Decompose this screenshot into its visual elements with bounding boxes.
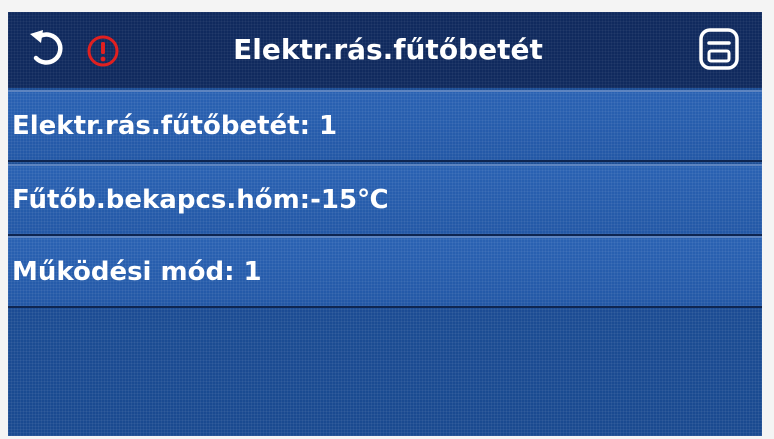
back-arrow-icon[interactable] [26,26,70,70]
alarm-icon[interactable] [86,34,120,68]
setting-row-electric-heater[interactable]: Elektr.rás.fűtőbetét: 1 [8,90,762,162]
save-icon[interactable] [696,26,742,72]
setting-label: Fűtőb.bekapcs.hőm:-15℃ [12,185,389,215]
setting-row-operating-mode[interactable]: Működési mód: 1 [8,236,762,308]
setting-label: Elektr.rás.fűtőbetét: 1 [12,111,338,141]
empty-content-area [8,308,762,436]
page-title: Elektr.rás.fűtőbetét [233,33,543,66]
hmi-screen: Elektr.rás.fűtőbetét Elektr.rás.fűtőbeté… [8,12,762,436]
setting-row-heater-switch-on-temp[interactable]: Fűtőb.bekapcs.hőm:-15℃ [8,164,762,236]
setting-label: Működési mód: 1 [12,257,262,287]
header-bar: Elektr.rás.fűtőbetét [8,12,762,88]
